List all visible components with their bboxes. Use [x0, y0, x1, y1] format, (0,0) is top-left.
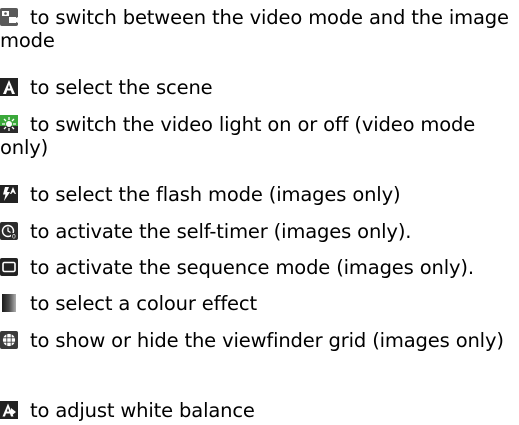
- self-timer-icon: 0: [0, 222, 18, 240]
- video-light-icon: [0, 115, 18, 133]
- list-item-viewfinder-grid: to show or hide the viewfinder grid (ima…: [0, 329, 512, 352]
- list-item-colour-effect: to select a colour effect: [0, 292, 512, 315]
- list-item-flash: to select the flash mode (images only): [0, 183, 512, 206]
- scene-icon: [0, 78, 18, 96]
- list-item-camera-mode: to switch between the video mode and the…: [0, 6, 512, 52]
- item-text: to switch the video light on or off (vid…: [0, 113, 476, 159]
- white-balance-icon: [0, 401, 18, 419]
- item-text: to switch between the video mode and the…: [0, 6, 509, 52]
- svg-text:0: 0: [12, 234, 16, 241]
- item-text: to select the scene: [30, 76, 213, 99]
- item-text: to select the flash mode (images only): [30, 183, 401, 206]
- item-text: to select a colour effect: [30, 292, 257, 315]
- list-item-white-balance: to adjust white balance: [0, 399, 512, 422]
- item-text: to adjust white balance: [30, 399, 255, 422]
- flash-icon: [0, 185, 18, 203]
- list-item-self-timer: 0 to activate the self-timer (images onl…: [0, 220, 512, 243]
- list-item-sequence-mode: to activate the sequence mode (images on…: [0, 256, 512, 279]
- item-text: to activate the sequence mode (images on…: [30, 256, 474, 279]
- item-text: to activate the self-timer (images only)…: [30, 220, 412, 243]
- list-item-scene: to select the scene: [0, 76, 512, 99]
- viewfinder-grid-icon: [0, 331, 18, 349]
- sequence-mode-icon: [0, 258, 18, 276]
- item-text: to show or hide the viewfinder grid (ima…: [30, 329, 504, 352]
- list-item-video-light: to switch the video light on or off (vid…: [0, 113, 512, 159]
- colour-effect-icon: [0, 294, 18, 312]
- camera-mode-icon: [0, 8, 18, 26]
